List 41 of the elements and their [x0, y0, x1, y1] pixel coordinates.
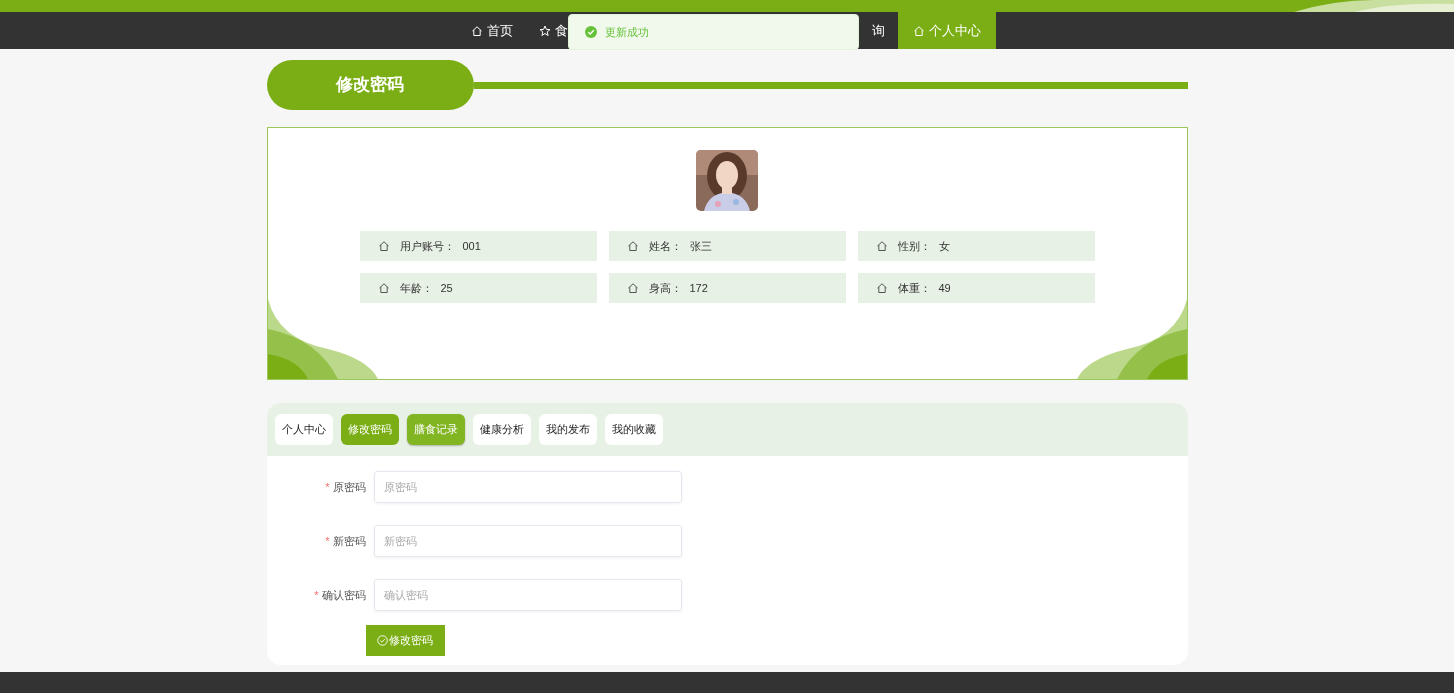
check-circle-icon [585, 26, 597, 38]
info-value: 25 [440, 280, 453, 296]
input-field[interactable]: 新密码 [373, 525, 682, 557]
info-label: 身高： [648, 280, 682, 296]
toast-message: 更新成功 [605, 24, 649, 40]
check-circle-icon [377, 635, 388, 646]
input-field[interactable]: 确认密码 [373, 579, 682, 611]
home-icon [626, 240, 639, 252]
info-label: 体重： [897, 280, 931, 296]
home-icon [377, 282, 390, 294]
field-label: 确认密码 [321, 587, 366, 603]
info-value: 张三 [689, 238, 712, 254]
info-label: 年龄： [399, 280, 433, 296]
page-title: 修改密码 [266, 60, 474, 110]
nav-item[interactable]: 询 [859, 12, 898, 49]
field-label: 新密码 [332, 533, 366, 549]
info-label: 姓名： [648, 238, 682, 254]
info-value: 49 [938, 280, 951, 296]
tab[interactable]: 个人中心 [274, 414, 333, 445]
tab[interactable]: 健康分析 [472, 414, 531, 445]
info-label: 用户账号： [399, 238, 455, 254]
input-field[interactable]: 原密码 [373, 471, 682, 503]
nav-item[interactable]: 食 [526, 12, 568, 49]
required-mark: * [325, 479, 330, 495]
tab[interactable]: 我的收藏 [604, 414, 663, 445]
nav-item[interactable]: 首页 [458, 12, 526, 49]
star-icon [539, 24, 551, 37]
required-mark: * [325, 533, 330, 549]
home-icon [377, 240, 390, 252]
field-label: 原密码 [332, 479, 366, 495]
info-value: 女 [938, 238, 950, 254]
info-value: 172 [689, 280, 708, 296]
home-icon [913, 24, 925, 37]
tab[interactable]: 我的发布 [538, 414, 597, 445]
info-value: 001 [462, 238, 481, 254]
home-icon [875, 240, 888, 252]
home-icon [471, 24, 483, 37]
required-mark: * [314, 587, 319, 603]
info-label: 性别： [897, 238, 931, 254]
home-icon [875, 282, 888, 294]
home-icon [626, 282, 639, 294]
